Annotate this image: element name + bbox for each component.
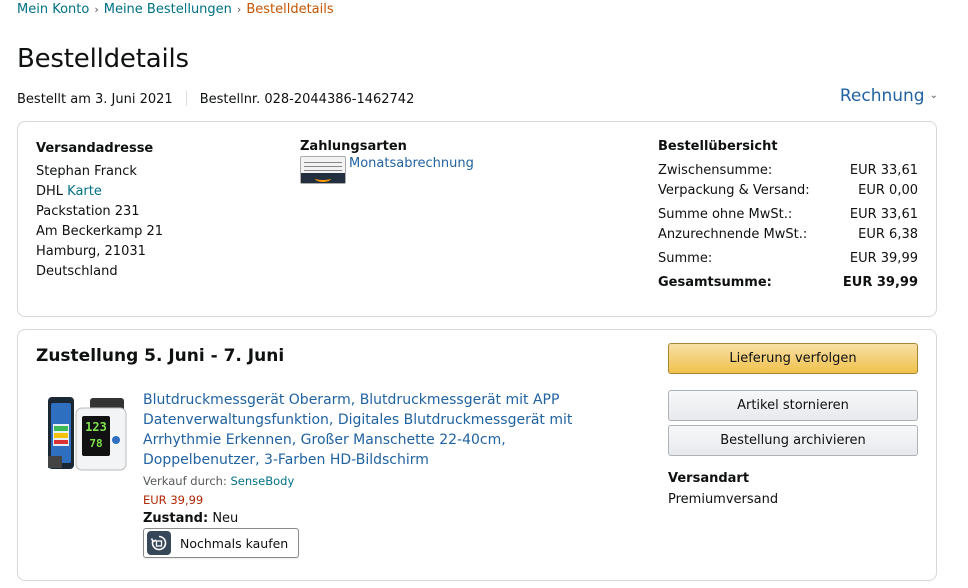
product-details: Blutdruckmessgerät Oberarm, Blutdruckmes… <box>143 390 623 558</box>
summary-label: Anzurechnende MwSt.: <box>658 227 808 242</box>
order-date: Bestellt am 3. Juni 2021 <box>17 92 173 107</box>
summary-row-subtotal: Zwischensumme: EUR 33,61 <box>658 161 918 181</box>
breadcrumb-my-orders[interactable]: Meine Bestellungen <box>104 2 232 17</box>
breadcrumb-separator: › <box>236 3 242 16</box>
breadcrumb-current: Bestelldetails <box>246 2 334 17</box>
payment-card-icon <box>300 156 346 184</box>
summary-title: Bestellübersicht <box>658 139 778 154</box>
map-link[interactable]: Karte <box>67 184 102 199</box>
summary-row-total: Gesamtsumme: EUR 39,99 <box>658 273 918 293</box>
chevron-down-icon: ⌄ <box>929 90 938 101</box>
meta-divider <box>185 91 187 106</box>
page-title: Bestelldetails <box>17 44 189 74</box>
summary-row-vat: Anzurechnende MwSt.: EUR 6,38 <box>658 225 918 245</box>
seller-line: Verkauf durch: SenseBody <box>143 474 623 488</box>
address-country: Deutschland <box>36 264 118 279</box>
shipping-address-title: Versandadresse <box>36 141 154 156</box>
order-number: Bestellnr. 028-2044386-1462742 <box>199 92 415 107</box>
summary-value: EUR 6,38 <box>858 227 918 242</box>
order-summary: Bestellübersicht Zwischensumme: EUR 33,61… <box>658 139 918 293</box>
breadcrumb-separator: › <box>94 3 99 16</box>
product-image[interactable]: 123 78 <box>46 394 128 474</box>
buy-again-label: Nochmals kaufen <box>180 535 289 551</box>
summary-label: Summe ohne MwSt.: <box>658 207 793 222</box>
invoice-label: Rechnung <box>839 86 925 106</box>
shipping-type-title: Versandart <box>668 471 750 486</box>
summary-label: Verpackung & Versand: <box>658 183 810 198</box>
display-reading: 123 <box>85 420 107 434</box>
address-line1: Packstation 231 <box>36 204 140 219</box>
address-line2: Am Beckerkamp 21 <box>36 224 164 239</box>
order-meta: Bestellt am 3. Juni 2021 Bestellnr. 028-2… <box>17 91 414 107</box>
track-delivery-button[interactable]: Lieferung verfolgen <box>668 343 918 374</box>
breadcrumb: Mein Konto › Meine Bestellungen › Bestelldet… <box>17 2 334 17</box>
carrier-name: DHL <box>36 184 64 199</box>
order-actions: Lieferung verfolgen Artikel stornieren B… <box>668 343 918 507</box>
order-info-box: Versandadresse Stephan Franck DHL Karte … <box>17 121 937 317</box>
summary-value: EUR 39,99 <box>849 251 918 266</box>
rebuy-icon <box>147 531 171 555</box>
summary-label: Gesamtsumme: <box>658 275 772 290</box>
summary-label: Zwischensumme: <box>658 163 773 178</box>
recipient-name: Stephan Franck <box>36 164 137 179</box>
summary-value: EUR 39,99 <box>842 275 918 290</box>
payment-method-row: Monatsabrechnung <box>300 156 474 184</box>
summary-row-sum: Summe: EUR 39,99 <box>658 249 918 269</box>
summary-row-net: Summe ohne MwSt.: EUR 33,61 <box>658 205 918 225</box>
cancel-item-button[interactable]: Artikel stornieren <box>668 390 918 421</box>
invoice-dropdown[interactable]: Rechnung ⌄ <box>840 86 938 106</box>
summary-value: EUR 33,61 <box>849 163 918 178</box>
delivery-title: Zustellung 5. Juni - 7. Juni <box>36 346 285 366</box>
payment-title: Zahlungsarten <box>300 139 407 154</box>
payment-methods: Zahlungsarten Monatsabrechnung <box>300 139 474 184</box>
condition-value: Neu <box>212 511 239 526</box>
shipping-type-value: Premiumversand <box>668 492 779 507</box>
carrier-line: DHL Karte <box>36 182 163 202</box>
delivery-box: Zustellung 5. Juni - 7. Juni 123 78 Blut… <box>17 329 937 581</box>
shipping-address: Versandadresse Stephan Franck DHL Karte … <box>36 139 163 282</box>
address-city: Hamburg, 21031 <box>36 244 146 259</box>
display-reading-2: 78 <box>89 437 102 450</box>
product-title-link[interactable]: Blutdruckmessgerät Oberarm, Blutdruckmes… <box>143 390 623 470</box>
seller-link[interactable]: SenseBody <box>230 474 294 488</box>
archive-order-button[interactable]: Bestellung archivieren <box>668 425 918 456</box>
product-price: EUR 39,99 <box>143 493 204 507</box>
buy-again-button[interactable]: Nochmals kaufen <box>143 528 300 558</box>
breadcrumb-my-account[interactable]: Mein Konto <box>17 2 89 17</box>
condition-label: Zustand: <box>143 511 209 526</box>
summary-row-shipping: Verpackung & Versand: EUR 0,00 <box>658 181 918 201</box>
summary-label: Summe: <box>658 251 713 266</box>
condition-line: Zustand: Neu <box>143 511 623 526</box>
summary-value: EUR 33,61 <box>849 207 918 222</box>
seller-prefix: Verkauf durch: <box>143 474 227 488</box>
summary-value: EUR 0,00 <box>858 183 918 198</box>
payment-method-link[interactable]: Monatsabrechnung <box>349 156 474 171</box>
